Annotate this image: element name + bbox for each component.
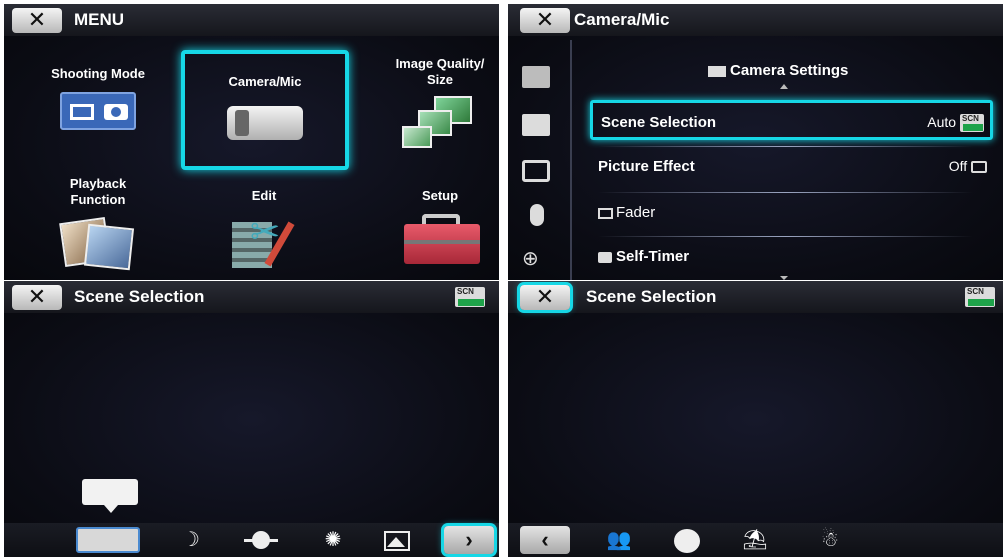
fireworks-icon[interactable]: ✺ bbox=[318, 527, 348, 553]
camera-mic-label: Camera/Mic bbox=[228, 74, 302, 89]
playback-function-tile[interactable]: Playback Function bbox=[18, 176, 178, 280]
scene-topbar: ✕ Scene Selection SCN bbox=[508, 281, 1003, 313]
image-quality-size-label: Image Quality/ Size bbox=[395, 56, 485, 87]
scene-topbar: ✕ Scene Selection SCN bbox=[4, 281, 499, 313]
scene-selection-value: Auto SCN bbox=[927, 114, 984, 133]
picture-effect-row[interactable]: Picture Effect Off bbox=[590, 147, 993, 187]
photos-stack-icon bbox=[400, 96, 480, 152]
picture-effect-label: Picture Effect bbox=[598, 158, 695, 175]
picture-effect-value: Off bbox=[949, 158, 987, 174]
scn-badge-text: SCN bbox=[457, 287, 474, 296]
self-timer-row[interactable]: Self-Timer bbox=[590, 237, 993, 277]
scn-badge-text: SCN bbox=[967, 287, 984, 296]
scene-selection-value-text: Auto bbox=[927, 114, 957, 130]
camera-settings-heading: Camera Settings bbox=[708, 62, 848, 79]
camera-mic-title: Camera/Mic bbox=[574, 10, 670, 29]
menu-topbar: ✕ MENU bbox=[4, 4, 499, 36]
camera-icon bbox=[598, 251, 612, 263]
self-timer-label: Self-Timer bbox=[598, 248, 689, 265]
close-button[interactable]: ✕ bbox=[520, 285, 570, 310]
close-button[interactable]: ✕ bbox=[520, 8, 570, 33]
close-button[interactable]: ✕ bbox=[12, 285, 62, 310]
rail-divider bbox=[570, 40, 572, 280]
snowman-icon[interactable]: ☃ bbox=[820, 527, 840, 553]
self-timer-label-text: Self-Timer bbox=[616, 248, 690, 265]
camera-settings-title: Camera Settings bbox=[730, 62, 849, 79]
scn-badge-text: SCN bbox=[962, 114, 979, 124]
playback-function-label: Playback Function bbox=[69, 176, 127, 207]
portrait-people-icon[interactable]: 👥 bbox=[604, 527, 634, 553]
picture-effect-value-text: Off bbox=[948, 158, 968, 174]
next-page-button[interactable]: › bbox=[444, 526, 494, 554]
scene-selection-screen-2: ✕ Scene Selection SCN ‹ 👥 ⛱ ☃ bbox=[508, 281, 1003, 557]
scene-selection-row[interactable]: Scene Selection Auto SCN bbox=[590, 100, 993, 140]
planet-icon[interactable] bbox=[244, 527, 278, 553]
scroll-down-icon[interactable] bbox=[780, 276, 788, 280]
toolbox-icon bbox=[402, 214, 482, 270]
scissors-pencil-icon: ✂ bbox=[228, 212, 298, 272]
camera-mic-screen: ✕ Camera/Mic ⊕ Camera Settings Scene Sel… bbox=[508, 4, 1003, 280]
face-tab-icon[interactable] bbox=[522, 160, 550, 182]
scn-auto-icon: SCN bbox=[965, 287, 995, 307]
prev-page-button[interactable]: ‹ bbox=[520, 526, 570, 554]
camcorder-icon bbox=[227, 106, 303, 140]
scene-options-bar: ☽ ✺ › bbox=[4, 523, 499, 557]
menu-title: MENU bbox=[74, 10, 125, 29]
film-icon bbox=[598, 207, 613, 219]
image-quality-size-tile[interactable]: Image Quality/ Size bbox=[360, 56, 499, 168]
shooting-mode-label: Shooting Mode bbox=[51, 66, 145, 81]
photo-album-icon bbox=[56, 216, 140, 272]
edit-label: Edit bbox=[251, 188, 277, 203]
scene-selection-title: Scene Selection bbox=[586, 287, 717, 306]
add-tab-icon[interactable]: ⊕ bbox=[522, 248, 550, 270]
fader-label-text: Fader bbox=[616, 204, 656, 221]
camera-mic-tile[interactable]: Camera/Mic bbox=[181, 50, 349, 170]
setup-label: Setup bbox=[421, 188, 459, 203]
beach-icon[interactable]: ⛱ bbox=[738, 527, 772, 553]
camera-tab-icon[interactable] bbox=[522, 114, 550, 136]
scroll-up-icon[interactable] bbox=[780, 84, 788, 89]
scn-auto-icon: SCN bbox=[960, 114, 984, 133]
close-button[interactable]: ✕ bbox=[12, 8, 62, 33]
camera-icon bbox=[708, 65, 726, 77]
tooltip-bubble bbox=[82, 479, 138, 513]
scn-auto-icon: SCN bbox=[455, 287, 485, 307]
edit-tile[interactable]: Edit ✂ bbox=[184, 176, 344, 280]
scene-selection-title: Scene Selection bbox=[74, 287, 205, 306]
scn-auto-option-icon[interactable] bbox=[76, 527, 140, 553]
scene-selection-label: Scene Selection bbox=[601, 114, 717, 131]
fader-row[interactable]: Fader bbox=[590, 193, 993, 233]
camera-mic-topbar: ✕ Camera/Mic bbox=[508, 4, 1003, 36]
film-camera-icon bbox=[60, 92, 136, 130]
picture-effect-off-icon bbox=[971, 161, 987, 174]
landscape-icon[interactable] bbox=[382, 527, 412, 553]
fader-label: Fader bbox=[598, 204, 655, 221]
child-face-icon[interactable] bbox=[672, 527, 702, 553]
shooting-mode-tile[interactable]: Shooting Mode bbox=[18, 56, 178, 168]
setup-tile[interactable]: Setup bbox=[360, 176, 499, 280]
menu-screen: ✕ MENU Shooting Mode Camera/Mic Image Qu… bbox=[4, 4, 499, 280]
night-moon-icon[interactable]: ☽ bbox=[176, 527, 206, 553]
scene-selection-screen-1: ✕ Scene Selection SCN ☽ ✺ › bbox=[4, 281, 499, 557]
microphone-tab-icon[interactable] bbox=[530, 204, 544, 226]
camera-settings-tab-icon[interactable] bbox=[522, 66, 550, 88]
scene-options-bar: ‹ 👥 ⛱ ☃ bbox=[508, 523, 1003, 557]
